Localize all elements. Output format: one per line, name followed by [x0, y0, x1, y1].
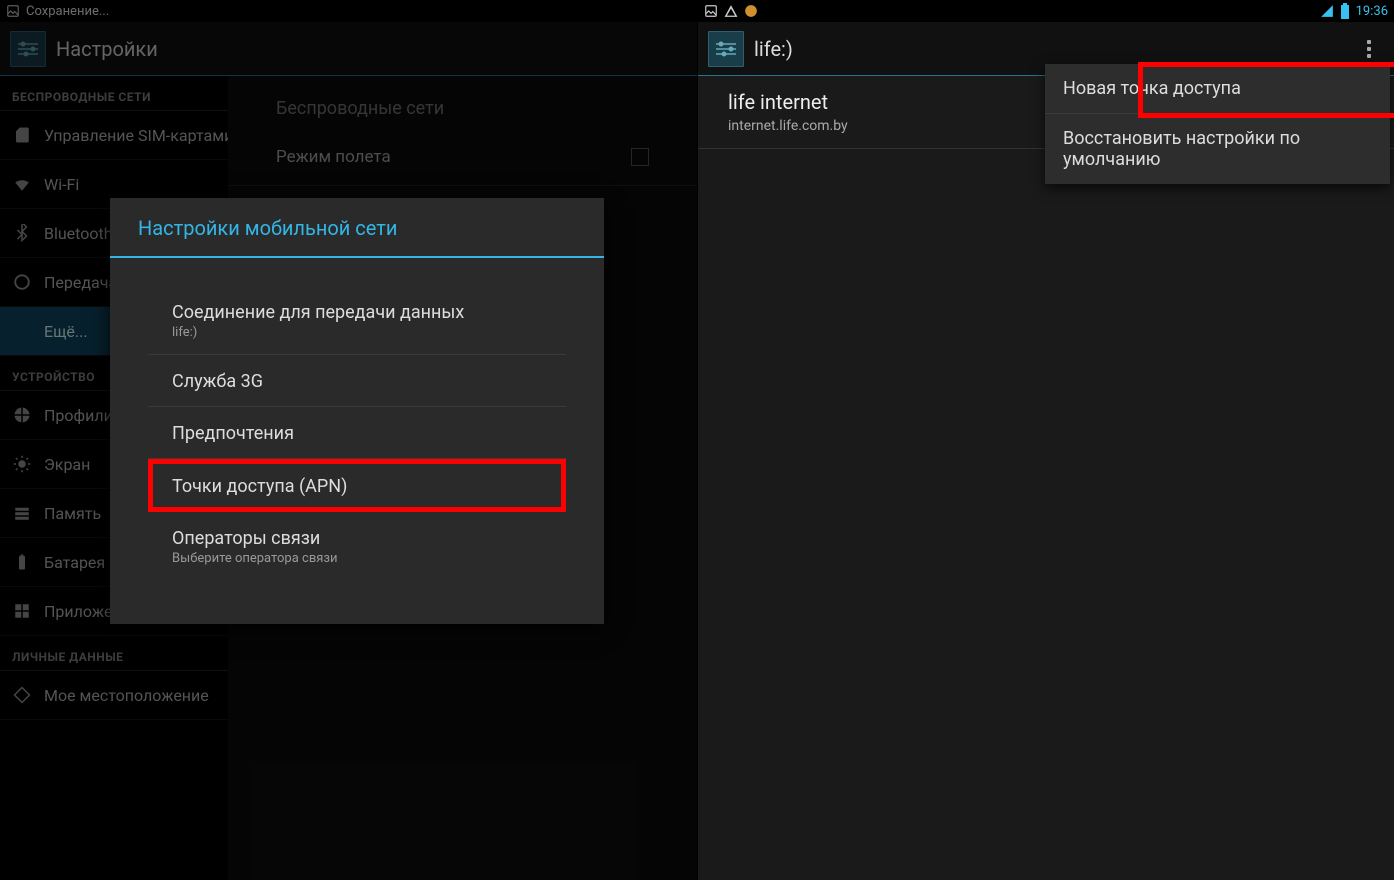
dialog-title: Настройки мобильной сети — [110, 198, 604, 258]
right-pane: 19:36 life:) life internet internet.life… — [697, 0, 1394, 880]
overflow-popup: Новая точка доступа Восстановить настрой… — [1045, 64, 1390, 184]
dialog-item-primary: Служба 3G — [172, 371, 542, 392]
mobile-network-dialog: Настройки мобильной сети Соединение для … — [110, 198, 604, 624]
signal-icon — [1320, 4, 1334, 18]
dialog-item-secondary: Выберите оператора связи — [172, 551, 542, 566]
settings-app-icon — [708, 31, 744, 67]
battery-status-icon — [1338, 4, 1352, 18]
status-time: 19:36 — [1356, 4, 1388, 19]
popup-label: Новая точка доступа — [1063, 78, 1241, 99]
image-icon — [704, 4, 718, 18]
popup-item-reset-defaults[interactable]: Восстановить настройки по умолчанию — [1045, 114, 1390, 184]
dialog-item-secondary: life:) — [172, 325, 542, 340]
dialog-item-primary: Точки доступа (APN) — [172, 476, 542, 497]
action-title-right: life:) — [754, 37, 793, 61]
dialog-item-preferences[interactable]: Предпочтения — [148, 407, 566, 459]
dialog-item-primary: Операторы связи — [172, 528, 542, 549]
dialog-item-apn[interactable]: Точки доступа (APN) — [148, 459, 566, 512]
warning-icon — [724, 4, 738, 18]
popup-label: Восстановить настройки по умолчанию — [1063, 128, 1300, 170]
dialog-item-operators[interactable]: Операторы связи Выберите оператора связи — [148, 512, 566, 580]
dialog-item-primary: Соединение для передачи данных — [172, 302, 542, 323]
dialog-item-3g[interactable]: Служба 3G — [148, 355, 566, 407]
dialog-item-primary: Предпочтения — [172, 423, 542, 444]
dialog-item-data-connection[interactable]: Соединение для передачи данных life:) — [148, 286, 566, 355]
status-bar-right: 19:36 — [698, 0, 1394, 22]
download-icon — [744, 4, 758, 18]
overflow-menu-button[interactable] — [1354, 40, 1384, 58]
popup-item-new-apn[interactable]: Новая точка доступа — [1045, 64, 1390, 114]
right-body: life internet internet.life.com.by Новая… — [698, 76, 1394, 880]
left-pane: Сохранение... Настройки БЕСПРОВОДНЫЕ СЕТ… — [0, 0, 697, 880]
dialog-list: Соединение для передачи данных life:) Сл… — [110, 258, 604, 624]
